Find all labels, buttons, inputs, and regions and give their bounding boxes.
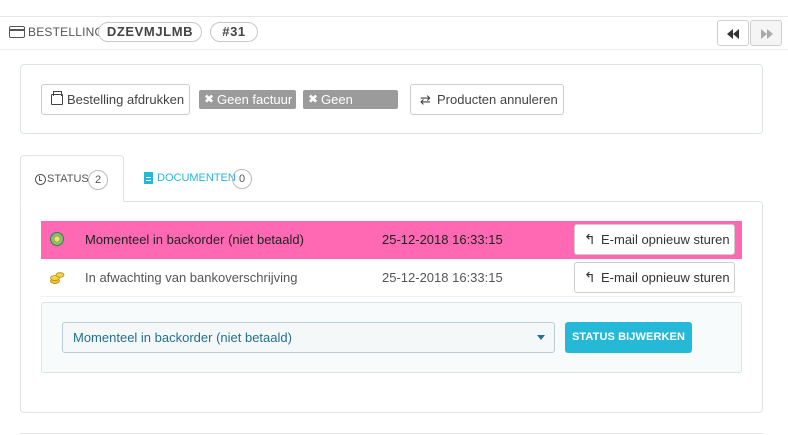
clock-icon (35, 174, 46, 185)
tab-status-label: STATUS (47, 173, 89, 185)
update-status-form: Momenteel in backorder (niet betaald) ST… (41, 302, 742, 373)
next-order-button[interactable] (750, 20, 782, 46)
cancel-products-label: Producten annuleren (437, 92, 558, 107)
backorder-icon (49, 231, 65, 247)
divider (20, 433, 763, 434)
document-icon (144, 172, 153, 184)
print-icon (51, 91, 63, 105)
order-actions-panel: Bestelling afdrukken ✖ Geen factuur ✖ Ge… (20, 64, 763, 134)
cancel-products-button[interactable]: ⇄ Producten annuleren (410, 84, 564, 115)
history-state-label: Momenteel in backorder (niet betaald) (85, 232, 304, 247)
status-tab-panel: Momenteel in backorder (niet betaald) 25… (20, 201, 763, 413)
resend-email-button[interactable]: ↰ E-mail opnieuw sturen (574, 262, 735, 293)
close-icon: ✖ (308, 92, 319, 106)
close-icon: ✖ (204, 92, 215, 106)
resend-email-label: E-mail opnieuw sturen (601, 270, 730, 285)
tab-documents-count: 0 (232, 169, 252, 189)
tab-status[interactable]: STATUS 2 (20, 155, 124, 202)
history-row: Momenteel in backorder (niet betaald) 25… (41, 221, 742, 259)
order-number-badge: #31 (210, 22, 258, 42)
reply-icon: ↰ (584, 231, 596, 247)
credit-card-icon (9, 26, 25, 38)
print-order-button[interactable]: Bestelling afdrukken (41, 84, 190, 115)
order-reference-badge: DZEVMJLMB (98, 22, 202, 42)
tab-documents-label: DOCUMENTEN (157, 172, 236, 184)
resend-email-button[interactable]: ↰ E-mail opnieuw sturen (574, 224, 735, 255)
reply-icon: ↰ (584, 269, 596, 285)
no-invoice-tag: ✖ Geen factuur (199, 90, 296, 109)
no-invoice-label: Geen factuur (217, 92, 293, 107)
previous-order-button[interactable] (717, 20, 749, 46)
history-state-date: 25-12-2018 16:33:15 (382, 232, 503, 247)
print-order-label: Bestelling afdrukken (67, 92, 185, 107)
tab-status-count: 2 (88, 170, 108, 190)
order-header: BESTELLING DZEVMJLMB #31 (0, 16, 788, 50)
order-status-selected: Momenteel in backorder (niet betaald) (73, 330, 292, 345)
coins-icon (49, 269, 65, 285)
history-row: In afwachting van bankoverschrijving 25-… (41, 259, 742, 297)
update-status-button[interactable]: STATUS BIJWERKEN (565, 322, 692, 353)
no-delivery-slip-tag: ✖ Geen pakbon (303, 90, 398, 126)
exchange-icon: ⇄ (420, 92, 431, 107)
history-state-label: In afwachting van bankoverschrijving (85, 270, 298, 285)
caret-down-icon (537, 335, 545, 340)
history-state-date: 25-12-2018 16:33:15 (382, 270, 503, 285)
resend-email-label: E-mail opnieuw sturen (601, 232, 730, 247)
no-delivery-slip-label: Geen pakbon (321, 92, 364, 126)
tab-documents[interactable]: DOCUMENTEN 0 (142, 155, 262, 202)
page-title: BESTELLING (28, 25, 105, 39)
order-tabs: STATUS 2 DOCUMENTEN 0 (20, 155, 763, 202)
order-status-select[interactable]: Momenteel in backorder (niet betaald) (62, 322, 555, 353)
